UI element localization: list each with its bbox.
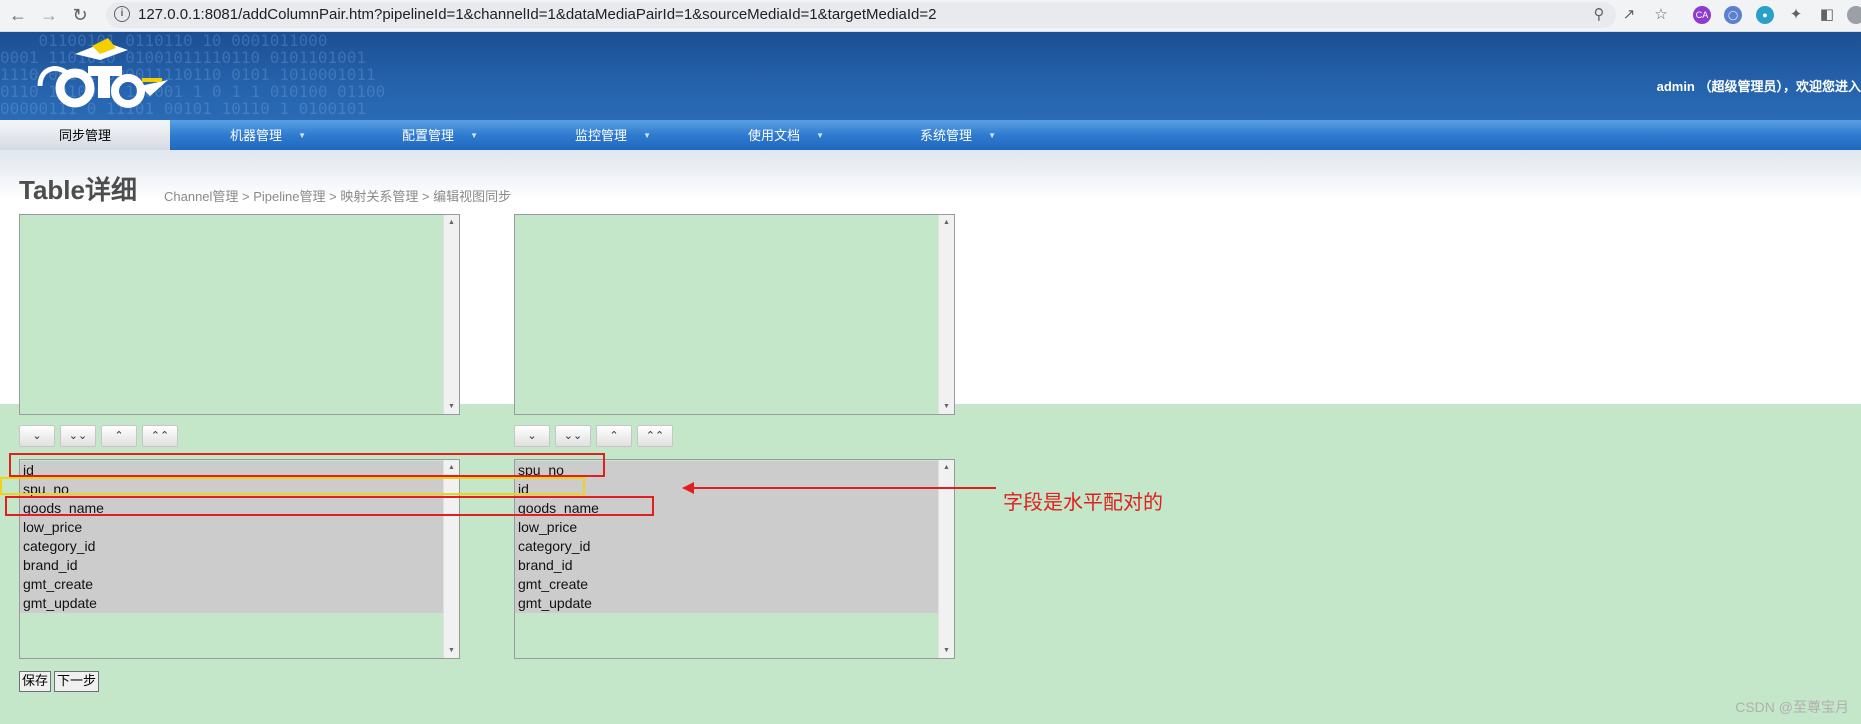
move-down-icon[interactable]: ⌄ — [514, 425, 550, 447]
list-item[interactable]: category_id — [20, 537, 443, 556]
menu-item-label: 同步管理 — [58, 128, 111, 143]
list-item[interactable]: brand_id — [515, 556, 938, 575]
app-header: 01100101 0110110 10 0001011000 0001 1101… — [0, 32, 1861, 120]
page-title: Table详细 — [19, 175, 137, 205]
scrollbar[interactable]: ▲ ▼ — [443, 215, 459, 414]
back-icon[interactable]: ← — [8, 5, 28, 25]
annotation-text: 字段是水平配对的 — [1003, 492, 1163, 514]
breadcrumb: Channel管理 > Pipeline管理 > 映射关系管理 > 编辑视图同步 — [164, 189, 512, 204]
address-bar[interactable]: i 127.0.0.1:8081/addColumnPair.htm?pipel… — [106, 2, 1616, 28]
scroll-down-icon[interactable]: ▼ — [448, 403, 455, 410]
annotation-arrow-head-icon — [682, 482, 694, 494]
move-down-icon[interactable]: ⌄ — [19, 425, 55, 447]
list-item[interactable]: gmt_create — [20, 575, 443, 594]
menu-item-docs[interactable]: 使用文档 ▼ — [688, 120, 860, 150]
source-move-buttons: ⌄ ⌄⌄ ⌃ ⌃⌃ — [19, 425, 183, 447]
menu-item-sync[interactable]: 同步管理 — [0, 120, 170, 150]
extension-ca-icon[interactable]: CA — [1693, 6, 1711, 24]
menu-item-monitor[interactable]: 监控管理 ▼ — [515, 120, 687, 150]
move-all-down-icon[interactable]: ⌄⌄ — [555, 425, 591, 447]
menu-item-system[interactable]: 系统管理 ▼ — [860, 120, 1032, 150]
move-all-down-icon[interactable]: ⌄⌄ — [60, 425, 96, 447]
watermark: CSDN @至尊宝月 — [1735, 699, 1849, 715]
side-panel-icon[interactable]: ◧ — [1818, 6, 1836, 24]
highlight-box-row-1 — [9, 453, 605, 477]
scroll-down-icon[interactable]: ▼ — [943, 403, 950, 410]
target-move-buttons: ⌄ ⌄⌄ ⌃ ⌃⌃ — [514, 425, 678, 447]
otter-logo-icon — [37, 38, 168, 108]
move-all-up-icon[interactable]: ⌃⌃ — [637, 425, 673, 447]
menu-item-label: 使用文档 — [747, 128, 800, 143]
list-item[interactable]: category_id — [515, 537, 938, 556]
menu-item-label: 机器管理 — [229, 128, 282, 143]
site-info-icon[interactable]: i — [114, 6, 130, 22]
target-available-columns-list[interactable]: ▲ ▼ — [514, 214, 955, 415]
profile-avatar-icon[interactable] — [1847, 6, 1861, 24]
scrollbar[interactable]: ▲ ▼ — [938, 215, 954, 414]
list-item[interactable]: low_price — [515, 518, 938, 537]
move-up-icon[interactable]: ⌃ — [596, 425, 632, 447]
browser-toolbar: ← → ↻ i 127.0.0.1:8081/addColumnPair.htm… — [0, 0, 1861, 32]
menu-item-machine[interactable]: 机器管理 ▼ — [170, 120, 342, 150]
menu-item-label: 配置管理 — [401, 128, 454, 143]
scrollbar[interactable]: ▲ ▼ — [938, 460, 954, 658]
url-text[interactable]: 127.0.0.1:8081/addColumnPair.htm?pipelin… — [138, 6, 936, 23]
dropdown-arrow-icon: ▼ — [988, 131, 996, 140]
dropdown-arrow-icon: ▼ — [643, 131, 651, 140]
dropdown-arrow-icon: ▼ — [816, 131, 824, 140]
move-up-icon[interactable]: ⌃ — [101, 425, 137, 447]
list-item[interactable]: gmt_update — [515, 594, 938, 613]
highlight-box-row-2 — [0, 477, 585, 495]
save-button[interactable]: 保存 — [19, 671, 52, 692]
move-all-up-icon[interactable]: ⌃⌃ — [142, 425, 178, 447]
highlight-box-row-3 — [5, 496, 654, 516]
menu-item-label: 监控管理 — [574, 128, 627, 143]
user-greeting: admin （超级管理员），欢迎您进入 — [1656, 79, 1861, 94]
extension-icon[interactable]: ◯ — [1724, 6, 1742, 24]
zoom-icon[interactable]: ⚲ — [1590, 6, 1608, 24]
main-menu: 同步管理 机器管理 ▼ 配置管理 ▼ 监控管理 ▼ 使用文档 ▼ 系统管理 ▼ — [0, 120, 1861, 150]
extensions-puzzle-icon[interactable]: ✦ — [1787, 6, 1805, 24]
scroll-down-icon[interactable]: ▼ — [943, 647, 950, 654]
bookmark-star-icon[interactable]: ☆ — [1652, 6, 1670, 24]
share-icon[interactable]: ↗ — [1620, 6, 1638, 24]
menu-item-label: 系统管理 — [919, 128, 972, 143]
dropdown-arrow-icon: ▼ — [298, 131, 306, 140]
reload-icon[interactable]: ↻ — [70, 5, 90, 25]
list-item[interactable]: brand_id — [20, 556, 443, 575]
list-item[interactable]: gmt_update — [20, 594, 443, 613]
scroll-up-icon[interactable]: ▲ — [943, 219, 950, 226]
list-item[interactable]: low_price — [20, 518, 443, 537]
scroll-down-icon[interactable]: ▼ — [448, 647, 455, 654]
list-item[interactable]: gmt_create — [515, 575, 938, 594]
extension-circle-icon[interactable]: ● — [1756, 6, 1774, 24]
scroll-up-icon[interactable]: ▲ — [943, 464, 950, 471]
source-available-columns-list[interactable]: ▲ ▼ — [19, 214, 460, 415]
next-step-button[interactable]: 下一步 — [54, 671, 100, 692]
dropdown-arrow-icon: ▼ — [470, 131, 478, 140]
menu-item-config[interactable]: 配置管理 ▼ — [342, 120, 514, 150]
forward-icon[interactable]: → — [39, 5, 59, 25]
annotation-arrow-line — [690, 487, 996, 489]
scroll-up-icon[interactable]: ▲ — [448, 219, 455, 226]
